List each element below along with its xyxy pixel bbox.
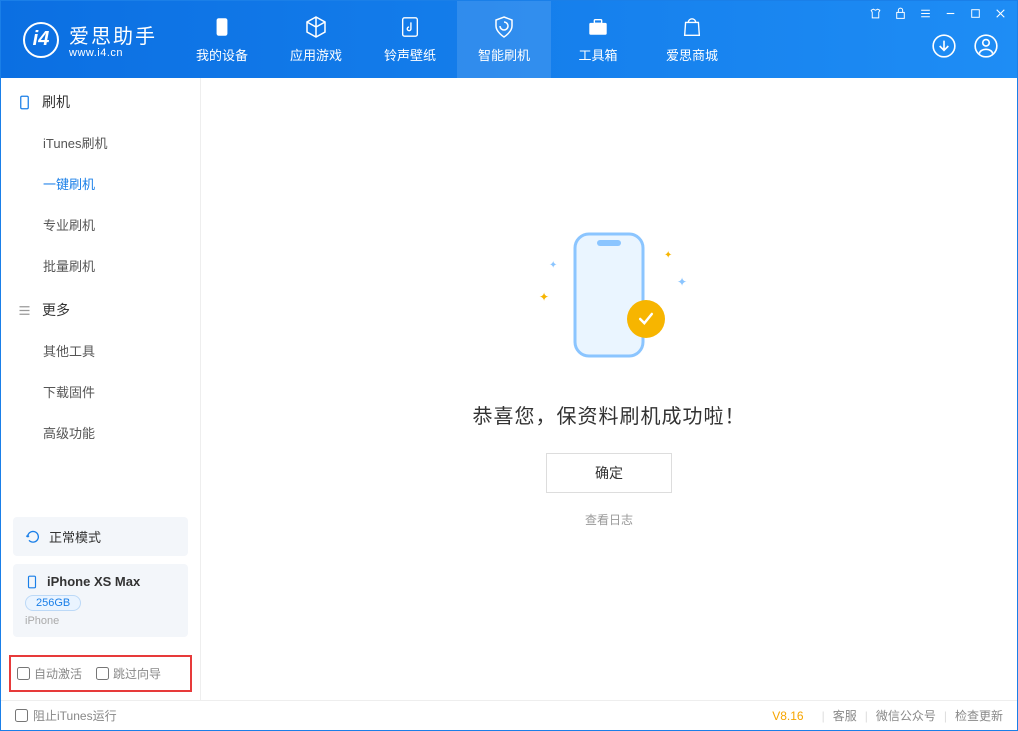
shield-icon	[492, 15, 516, 39]
menu-icon[interactable]	[919, 7, 932, 23]
cube-icon	[304, 15, 328, 39]
maximize-button[interactable]	[969, 7, 982, 23]
section-title: 更多	[42, 300, 70, 320]
checkbox-input[interactable]	[96, 667, 109, 680]
status-bar: 阻止iTunes运行 V8.16 | 客服 | 微信公众号 | 检查更新	[1, 700, 1017, 730]
nav-label: 智能刷机	[478, 45, 530, 64]
phone-outline-icon	[569, 230, 649, 360]
sparkle-icon: ✦	[664, 250, 672, 261]
checkbox-input[interactable]	[17, 667, 30, 680]
sidebar-item-pro-flash[interactable]: 专业刷机	[1, 204, 200, 245]
wechat-link[interactable]: 微信公众号	[876, 707, 936, 724]
nav-flash[interactable]: 智能刷机	[457, 1, 551, 78]
minimize-button[interactable]	[944, 7, 957, 23]
nav-label: 工具箱	[578, 45, 617, 64]
nav-my-device[interactable]: 我的设备	[175, 1, 269, 78]
user-icon[interactable]	[973, 33, 999, 64]
checkbox-label: 跳过向导	[113, 665, 161, 682]
nav-shop[interactable]: 爱思商城	[645, 1, 739, 78]
skip-guide-checkbox[interactable]: 跳过向导	[96, 665, 161, 682]
device-type-label: iPhone	[25, 615, 176, 627]
window-controls	[869, 7, 1007, 23]
sidebar-item-oneclick-flash[interactable]: 一键刷机	[1, 163, 200, 204]
main-nav: 我的设备 应用游戏 铃声壁纸 智能刷机 工具箱 爱思商城	[175, 1, 739, 78]
sidebar-section-more: 更多	[1, 286, 200, 330]
close-button[interactable]	[994, 7, 1007, 23]
ok-button[interactable]: 确定	[546, 453, 672, 493]
shirt-icon[interactable]	[869, 7, 882, 23]
nav-label: 我的设备	[196, 45, 248, 64]
refresh-icon	[25, 529, 41, 545]
sidebar-item-other-tools[interactable]: 其他工具	[1, 330, 200, 371]
toolbox-icon	[586, 15, 610, 39]
logo-icon: i4	[23, 22, 59, 58]
auto-activate-checkbox[interactable]: 自动激活	[17, 665, 82, 682]
device-name-label: iPhone XS Max	[47, 574, 140, 589]
checkbox-label: 自动激活	[34, 665, 82, 682]
list-icon	[17, 303, 32, 318]
flash-options-highlighted: 自动激活 跳过向导	[9, 655, 192, 692]
sidebar: 刷机 iTunes刷机 一键刷机 专业刷机 批量刷机 更多 其他工具 下载固件 …	[1, 78, 201, 700]
sparkle-icon: ✦	[549, 260, 557, 271]
sidebar-section-flash: 刷机	[1, 78, 200, 122]
update-link[interactable]: 检查更新	[955, 707, 1003, 724]
device-mode-status[interactable]: 正常模式	[13, 517, 188, 556]
nav-label: 应用游戏	[290, 45, 342, 64]
support-link[interactable]: 客服	[833, 707, 857, 724]
main-content: ✦ ✦ ✦ ✦ 恭喜您，保资料刷机成功啦！ 确定 查看日志	[201, 78, 1017, 700]
nav-ringtone[interactable]: 铃声壁纸	[363, 1, 457, 78]
section-title: 刷机	[42, 92, 70, 112]
phone-icon	[17, 95, 32, 110]
app-name: 爱思助手	[69, 20, 157, 49]
header-action-icons	[931, 33, 999, 64]
sidebar-item-download-firmware[interactable]: 下载固件	[1, 371, 200, 412]
sparkle-icon: ✦	[539, 290, 549, 304]
sidebar-item-advanced[interactable]: 高级功能	[1, 412, 200, 453]
phone-icon	[25, 575, 39, 589]
success-message: 恭喜您，保资料刷机成功啦！	[473, 400, 746, 429]
status-label: 正常模式	[49, 527, 101, 546]
nav-label: 铃声壁纸	[384, 45, 436, 64]
view-log-link[interactable]: 查看日志	[585, 511, 633, 528]
device-info[interactable]: iPhone XS Max 256GB iPhone	[13, 564, 188, 637]
app-logo: i4 爱思助手 www.i4.cn	[1, 1, 175, 78]
version-label: V8.16	[772, 709, 803, 723]
bag-icon	[680, 15, 704, 39]
nav-label: 爱思商城	[666, 45, 718, 64]
sparkle-icon: ✦	[677, 275, 687, 289]
sidebar-item-itunes-flash[interactable]: iTunes刷机	[1, 122, 200, 163]
nav-toolbox[interactable]: 工具箱	[551, 1, 645, 78]
music-file-icon	[398, 15, 422, 39]
title-bar: i4 爱思助手 www.i4.cn 我的设备 应用游戏 铃声壁纸 智能刷机 工具…	[1, 1, 1017, 78]
sidebar-item-batch-flash[interactable]: 批量刷机	[1, 245, 200, 286]
success-illustration: ✦ ✦ ✦ ✦	[509, 210, 709, 390]
checkbox-input[interactable]	[15, 709, 28, 722]
lock-icon[interactable]	[894, 7, 907, 23]
checkbox-label: 阻止iTunes运行	[33, 707, 117, 724]
device-storage-badge: 256GB	[25, 595, 81, 611]
nav-apps[interactable]: 应用游戏	[269, 1, 363, 78]
check-badge-icon	[627, 300, 665, 338]
device-icon	[210, 15, 234, 39]
download-icon[interactable]	[931, 33, 957, 64]
block-itunes-checkbox[interactable]: 阻止iTunes运行	[15, 707, 117, 724]
